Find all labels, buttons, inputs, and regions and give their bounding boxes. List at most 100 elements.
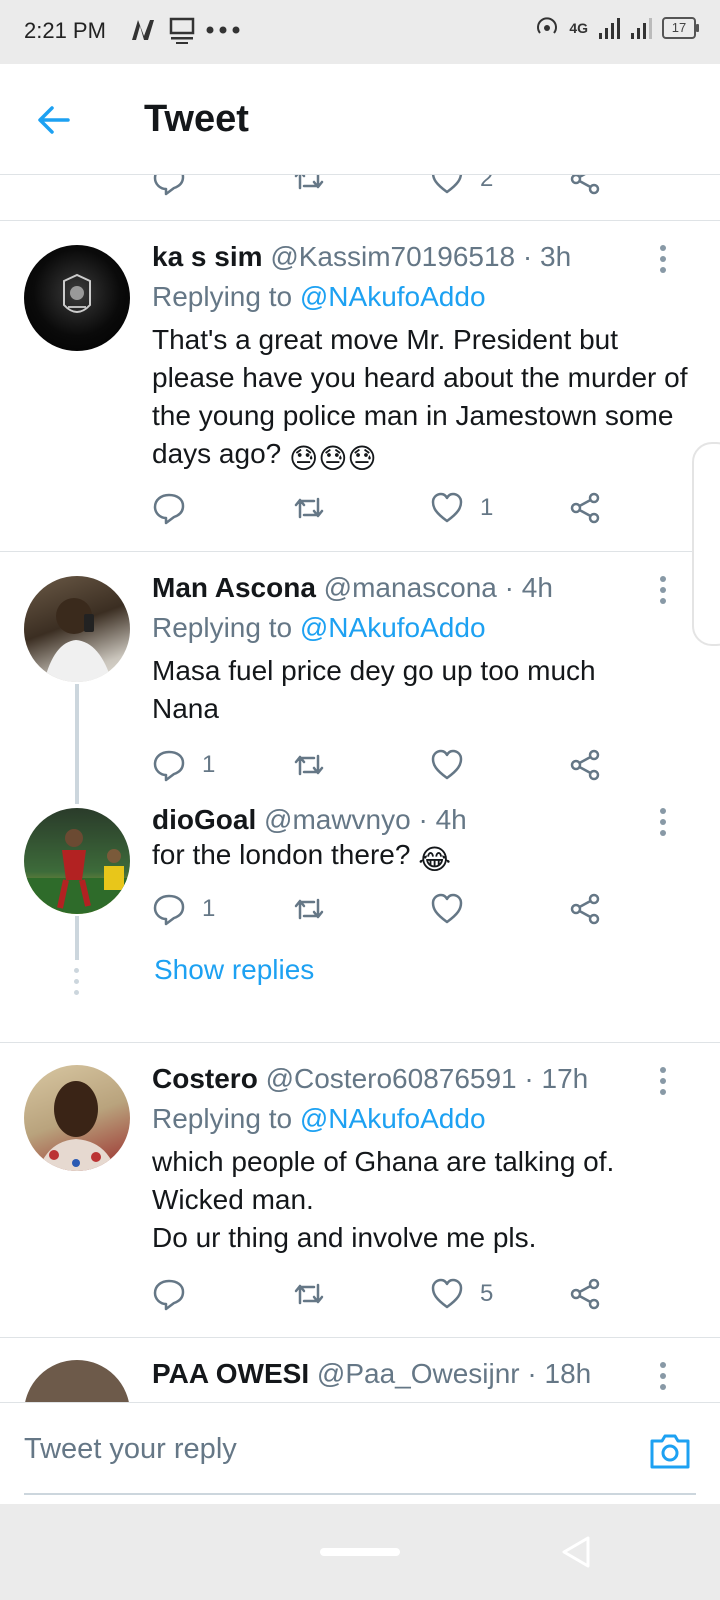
back-arrow-icon[interactable] (34, 100, 74, 140)
thread-line (75, 684, 79, 804)
heart-icon (431, 893, 463, 924)
tweet-text: for the london there? 😂 (152, 836, 692, 879)
app-header: Tweet (0, 64, 720, 175)
reply-input[interactable]: Tweet your reply (24, 1433, 237, 1466)
avatar[interactable] (24, 1065, 130, 1171)
replies-list[interactable]: 2 ka s sim @Kassim70196518 · 3h Replying… (0, 174, 720, 1402)
reply-tweet[interactable]: Costero @Costero60876591 · 17h Replying … (0, 1043, 720, 1337)
mention-link[interactable]: @NAkufoAddo (300, 612, 486, 643)
show-replies-link[interactable]: Show replies (154, 954, 314, 986)
share-button[interactable] (568, 174, 602, 196)
camera-icon[interactable] (648, 1431, 692, 1471)
reply-tweet[interactable]: dioGoal @mawvnyo · 4h for the london the… (0, 804, 720, 1044)
display-name[interactable]: ka s sim (152, 241, 263, 272)
heart-icon (431, 174, 463, 194)
retweet-icon (294, 754, 324, 776)
reply-button[interactable] (152, 491, 202, 525)
action-row: 5 (152, 1277, 622, 1317)
more-options-icon[interactable] (660, 245, 668, 278)
retweet-button[interactable] (292, 1277, 326, 1311)
reply-button[interactable]: 1 (152, 748, 215, 782)
tweet-text: which people of Ghana are talking of. Wi… (152, 1146, 615, 1253)
replying-to: Replying to @NAkufoAddo (152, 1103, 486, 1134)
tweet-text: Masa fuel price dey go up too much Nana (152, 655, 596, 724)
reply-icon (153, 750, 185, 782)
display-name[interactable]: PAA OWESI (152, 1358, 309, 1389)
status-time: 2:21 PM (24, 18, 106, 43)
reply-icon (153, 894, 185, 926)
retweet-button[interactable] (292, 748, 326, 782)
signal-icon-2 (631, 18, 652, 39)
share-button[interactable] (568, 491, 602, 525)
like-button[interactable] (430, 892, 480, 926)
more-options-icon[interactable] (660, 1067, 668, 1100)
handle[interactable]: @Costero60876591 (266, 1063, 517, 1094)
share-icon (570, 492, 600, 524)
share-icon (570, 1278, 600, 1310)
reply-tweet[interactable]: ka s sim @Kassim70196518 · 3h Replying t… (0, 221, 720, 551)
avatar[interactable] (24, 1360, 130, 1402)
reply-tweet[interactable]: PAA OWESI @Paa_Owesijnr · 18h (0, 1338, 720, 1402)
thread-line (75, 916, 79, 960)
retweet-button[interactable] (292, 491, 326, 525)
tweet-text: That's a great move Mr. President but pl… (152, 321, 692, 478)
system-icons: 4G 17 (535, 16, 699, 40)
avatar[interactable] (24, 576, 130, 682)
reply-icon (153, 1279, 185, 1311)
thread-dots (74, 968, 79, 1001)
like-count: 2 (480, 174, 494, 192)
retweet-icon (294, 1283, 324, 1305)
like-button[interactable]: 5 (430, 1277, 493, 1311)
share-icon (570, 749, 600, 781)
home-gesture-bar[interactable] (320, 1548, 400, 1556)
input-underline (24, 1493, 696, 1495)
retweet-button[interactable] (292, 892, 326, 926)
avatar[interactable] (24, 808, 130, 914)
like-button[interactable]: 1 (430, 491, 493, 525)
handle[interactable]: @mawvnyo (264, 804, 411, 835)
like-button[interactable]: 2 (430, 174, 493, 196)
tweet-header: ka s sim @Kassim70196518 · 3h (152, 241, 572, 272)
share-button[interactable] (568, 1277, 602, 1311)
tweet-header: PAA OWESI @Paa_Owesijnr · 18h (152, 1358, 592, 1389)
more-options-icon[interactable] (660, 576, 668, 609)
like-count: 5 (480, 1280, 494, 1307)
like-button[interactable] (430, 748, 480, 782)
page-title: Tweet (144, 98, 249, 140)
reply-button[interactable] (152, 174, 186, 196)
battery-icon: 17 (662, 17, 699, 39)
handle[interactable]: @Paa_Owesijnr (317, 1358, 520, 1389)
more-options-icon[interactable] (660, 1362, 668, 1395)
share-icon (570, 893, 600, 925)
display-name[interactable]: dioGoal (152, 804, 256, 835)
handle[interactable]: @manascona (324, 572, 497, 603)
avatar[interactable] (24, 245, 130, 351)
network-type-label: 4G (569, 20, 588, 36)
heart-icon (431, 749, 463, 780)
timestamp: 17h (541, 1063, 589, 1094)
scroll-edge-handle[interactable] (692, 442, 720, 646)
reply-tweet[interactable]: Man Ascona @manascona · 4h Replying to @… (0, 552, 720, 804)
retweet-button[interactable] (292, 174, 326, 196)
share-button[interactable] (568, 748, 602, 782)
system-nav-bar (0, 1504, 720, 1600)
action-row: 1 (152, 491, 622, 531)
share-button[interactable] (568, 892, 602, 926)
avatar-photo (44, 598, 112, 682)
reply-button[interactable]: 1 (152, 892, 215, 926)
status-bar: 2:21 PM 4G 17 (0, 0, 720, 64)
tweet-header: Man Ascona @manascona · 4h (152, 572, 553, 603)
replying-to: Replying to @NAkufoAddo (152, 612, 486, 643)
heart-icon (431, 492, 463, 523)
display-name[interactable]: Man Ascona (152, 572, 316, 603)
display-name[interactable]: Costero (152, 1063, 258, 1094)
handle[interactable]: @Kassim70196518 (270, 241, 515, 272)
retweet-icon (294, 898, 324, 920)
nav-back-icon[interactable] (556, 1532, 596, 1572)
tweet-header: dioGoal @mawvnyo · 4h (152, 804, 467, 835)
mention-link[interactable]: @NAkufoAddo (300, 281, 486, 312)
mention-link[interactable]: @NAkufoAddo (300, 1103, 486, 1134)
screen-cast-icon (169, 17, 195, 44)
reply-count: 1 (202, 895, 216, 922)
reply-button[interactable] (152, 1277, 202, 1311)
